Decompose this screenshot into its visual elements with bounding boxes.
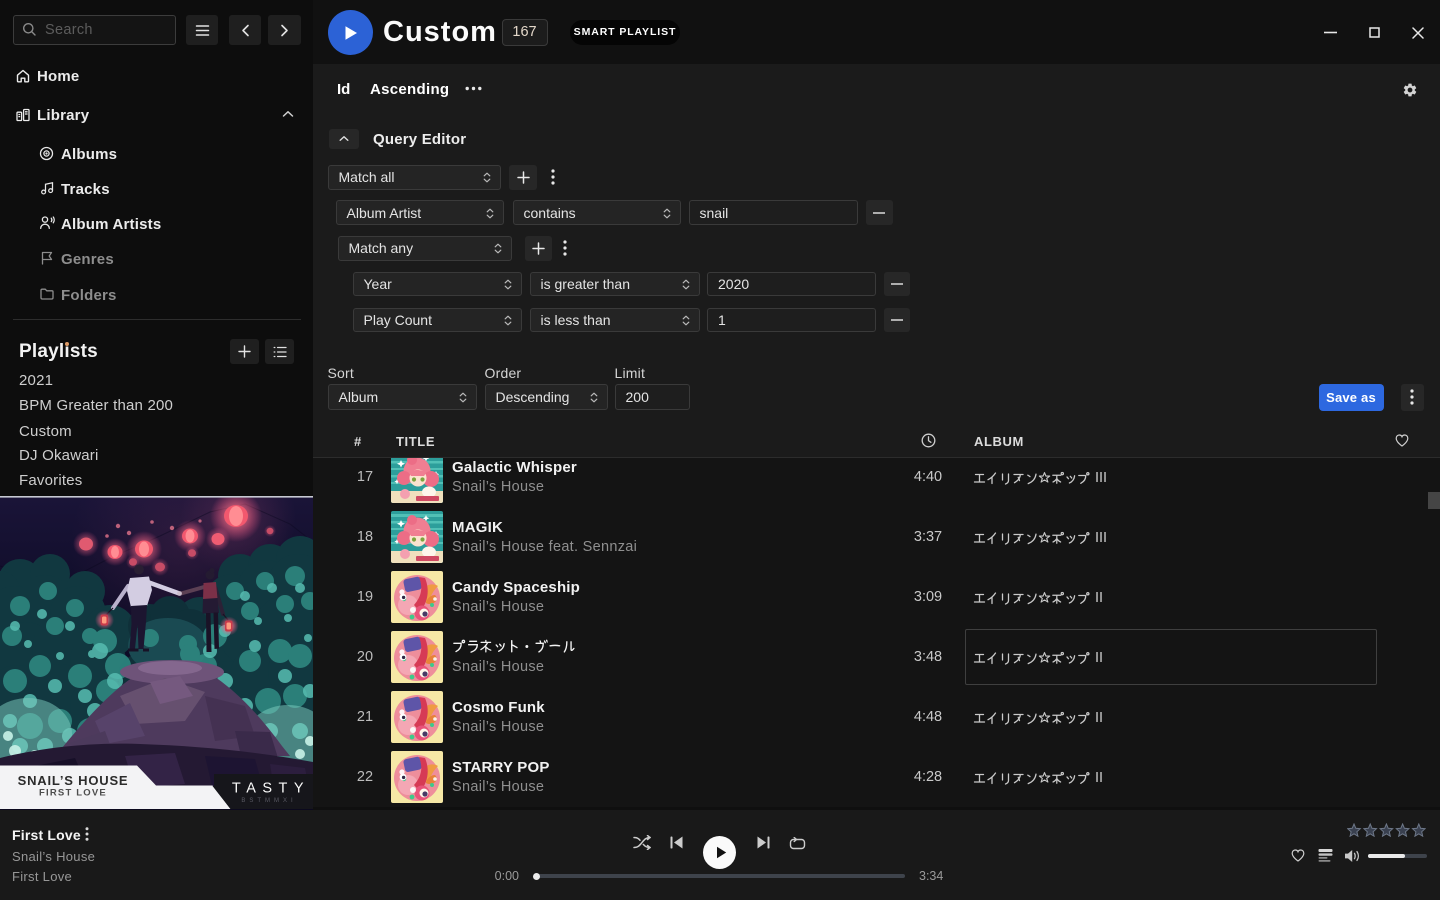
- svg-text:BSTMMXI: BSTMMXI: [241, 798, 296, 804]
- svg-text:SNAIL’S HOUSE: SNAIL’S HOUSE: [18, 773, 129, 788]
- svg-text:TASTY: TASTY: [232, 781, 310, 797]
- svg-text:FIRST LOVE: FIRST LOVE: [39, 788, 107, 799]
